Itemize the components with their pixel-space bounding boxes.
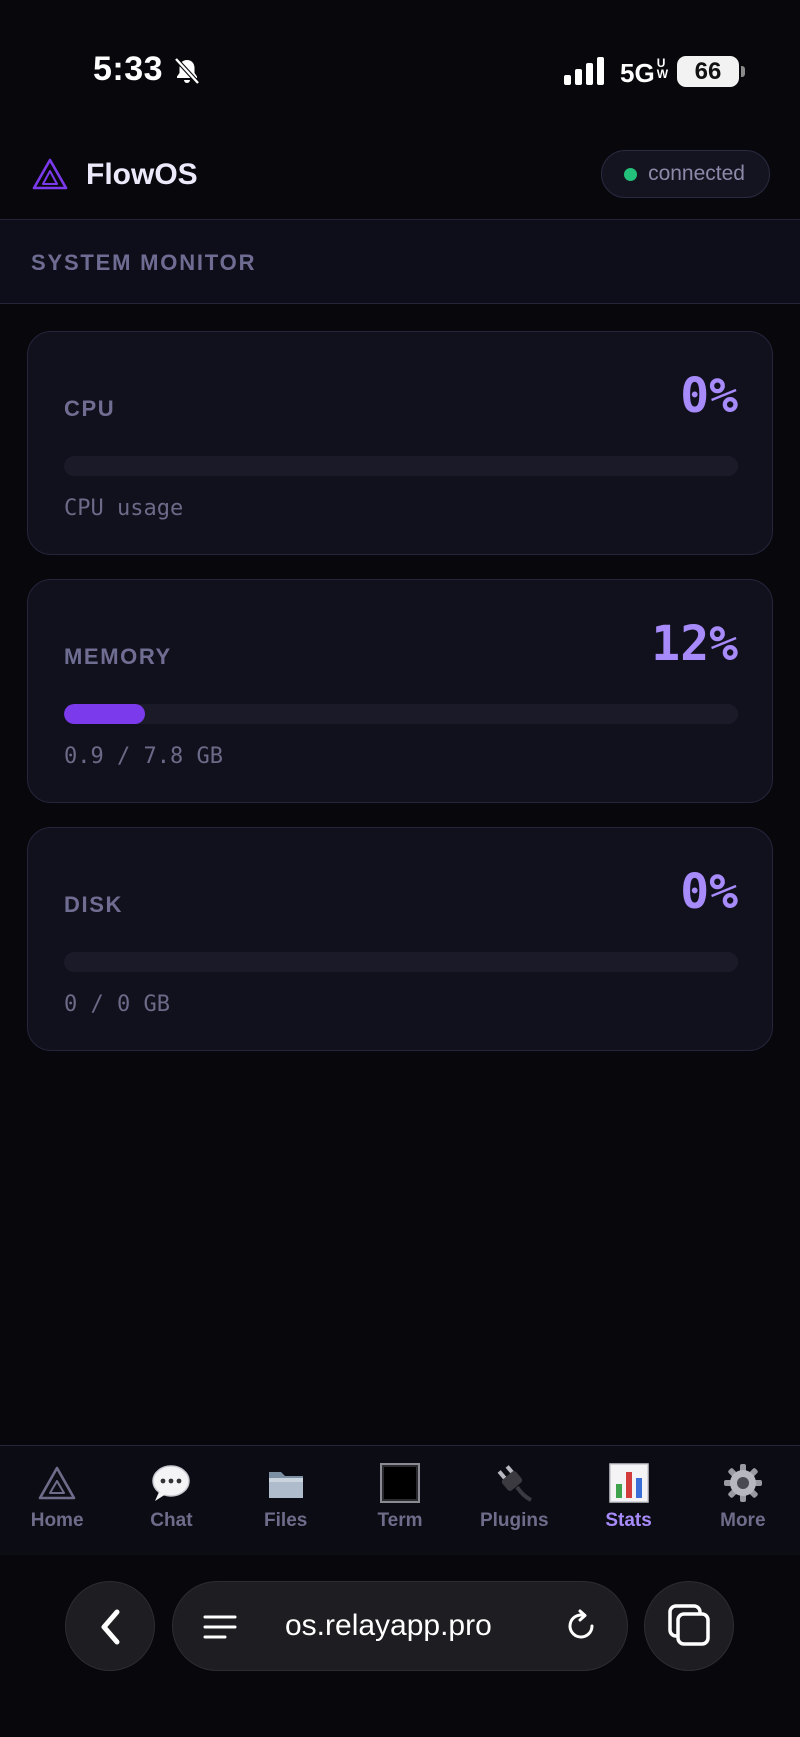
tab-label: Plugins	[479, 1510, 549, 1531]
metric-progress-track	[64, 704, 738, 724]
folder-icon	[268, 1472, 303, 1498]
metric-card-memory: MEMORY 12% 0.9 / 7.8 GB	[27, 579, 773, 803]
metric-value: 0%	[680, 368, 738, 424]
tab-files[interactable]: Files	[229, 1446, 343, 1555]
screen: 5:33 5G UW 66 FlowOS connected SYSTEM MO…	[0, 0, 800, 1737]
tabs-overview-icon	[668, 1604, 710, 1646]
tab-label: Files	[264, 1510, 308, 1531]
metric-label: CPU	[64, 396, 116, 421]
section-header: SYSTEM MONITOR	[0, 220, 800, 304]
tab-more[interactable]: More	[686, 1446, 800, 1555]
metric-label: MEMORY	[64, 644, 172, 669]
chevron-left-icon	[101, 1609, 120, 1645]
speech-bubble-icon	[152, 1465, 191, 1501]
metric-detail: CPU usage	[64, 496, 184, 521]
status-time: 5:33	[93, 50, 164, 88]
metric-value: 12%	[651, 616, 738, 672]
metric-progress-fill	[64, 704, 145, 724]
bottom-tab-bar: Home Chat Files Term Plugins Stats More	[0, 1445, 800, 1555]
page-menu-icon[interactable]	[203, 1610, 237, 1644]
app-name: FlowOS	[86, 158, 198, 191]
metric-progress-track	[64, 456, 738, 476]
battery-icon: 66	[677, 56, 739, 87]
bar-chart-icon	[608, 1463, 649, 1503]
gear-icon	[723, 1464, 762, 1502]
metric-detail: 0.9 / 7.8 GB	[64, 744, 223, 769]
status-bar: 5:33 5G UW 66	[0, 0, 800, 130]
app-header: FlowOS connected	[0, 130, 800, 220]
flowos-logo-icon	[32, 158, 68, 190]
url-text: os.relayapp.pro	[285, 1609, 492, 1642]
metric-card-cpu: CPU 0% CPU usage	[27, 331, 773, 555]
metric-card-disk: DISK 0% 0 / 0 GB	[27, 827, 773, 1051]
browser-toolbar: os.relayapp.pro	[0, 1555, 800, 1737]
tab-chat[interactable]: Chat	[114, 1446, 228, 1555]
metric-detail: 0 / 0 GB	[64, 992, 170, 1017]
back-button[interactable]	[65, 1581, 155, 1671]
metric-label: DISK	[64, 892, 123, 917]
tab-label: Term	[377, 1510, 423, 1531]
connection-status-badge: connected	[601, 150, 770, 198]
tab-label: More	[720, 1510, 766, 1531]
tab-term[interactable]: Term	[343, 1446, 457, 1555]
reload-icon[interactable]	[563, 1608, 599, 1644]
bell-muted-icon	[174, 57, 200, 85]
battery-tip	[741, 66, 745, 77]
tab-plugins[interactable]: Plugins	[457, 1446, 571, 1555]
signal-icon	[564, 57, 604, 85]
tab-label: Home	[30, 1510, 84, 1531]
network-type: 5G UW	[620, 56, 669, 88]
tab-stats[interactable]: Stats	[571, 1446, 685, 1555]
address-bar[interactable]: os.relayapp.pro	[172, 1581, 628, 1671]
tab-home[interactable]: Home	[0, 1446, 114, 1555]
tab-label: Stats	[605, 1510, 652, 1531]
metric-value: 0%	[680, 864, 738, 920]
tab-label: Chat	[150, 1510, 193, 1531]
section-title: SYSTEM MONITOR	[31, 250, 257, 275]
terminal-icon	[379, 1463, 420, 1503]
connection-status-label: connected	[648, 162, 745, 185]
tabs-button[interactable]	[644, 1581, 734, 1671]
home-triangle-icon	[38, 1466, 76, 1500]
metric-progress-track	[64, 952, 738, 972]
connection-dot-icon	[624, 168, 638, 181]
plug-icon	[497, 1465, 533, 1502]
